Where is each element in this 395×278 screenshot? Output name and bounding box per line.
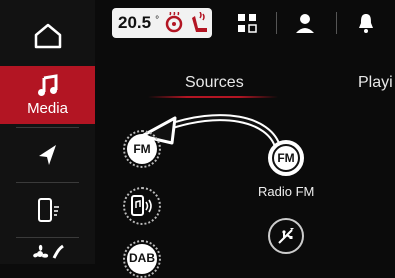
apps-grid-icon [238,14,257,33]
apps-button[interactable] [236,12,258,39]
divider [16,127,79,128]
seat-heat-icon [192,12,208,32]
media-label: Media [27,99,68,117]
phone-icon [37,198,59,222]
dab-source-button[interactable]: DAB [123,240,161,278]
radio-fm-icon-label: FM [277,151,295,165]
navigation-button[interactable] [0,130,95,180]
dab-label: DAB [129,251,155,265]
user-icon [296,14,314,33]
music-note-icon [37,73,57,96]
fm-icon: FM [127,134,157,164]
usb-icon [278,228,294,244]
radio-fm-button[interactable]: FM [268,140,304,176]
temperature-unit: ° [155,14,160,26]
fm-source-button[interactable]: FM [123,130,161,168]
divider [16,237,79,238]
bell-icon [359,14,373,33]
fm-icon: FM [272,144,300,172]
tab-sources[interactable]: Sources [185,74,244,92]
climate-button[interactable] [0,240,95,264]
navigation-arrow-icon [38,145,56,165]
steering-wheel-heat-icon [165,12,183,33]
phone-button[interactable] [0,185,95,235]
status-separator [336,12,337,34]
fan-icon [32,244,64,259]
usb-source-button[interactable] [268,218,304,254]
profile-button[interactable] [294,12,316,39]
side-navigation: Media [0,0,95,264]
status-separator [276,12,277,34]
temperature-control[interactable]: 20.5 ° [112,8,212,38]
phone-bluetooth-icon [131,195,152,216]
home-button[interactable] [0,10,95,62]
bluetooth-audio-button[interactable] [123,187,161,225]
temperature-value: 20.5 [118,13,152,32]
media-tabs: Sources Playi [95,66,395,96]
fm-label: FM [133,142,151,156]
dab-icon: DAB [127,244,157,274]
media-button[interactable]: Media [0,66,95,124]
home-icon [34,23,61,49]
tab-playing[interactable]: Playi [358,74,393,92]
divider [16,182,79,183]
notifications-button[interactable] [356,12,376,39]
active-tab-indicator [148,96,278,98]
radio-fm-label: Radio FM [258,184,315,199]
